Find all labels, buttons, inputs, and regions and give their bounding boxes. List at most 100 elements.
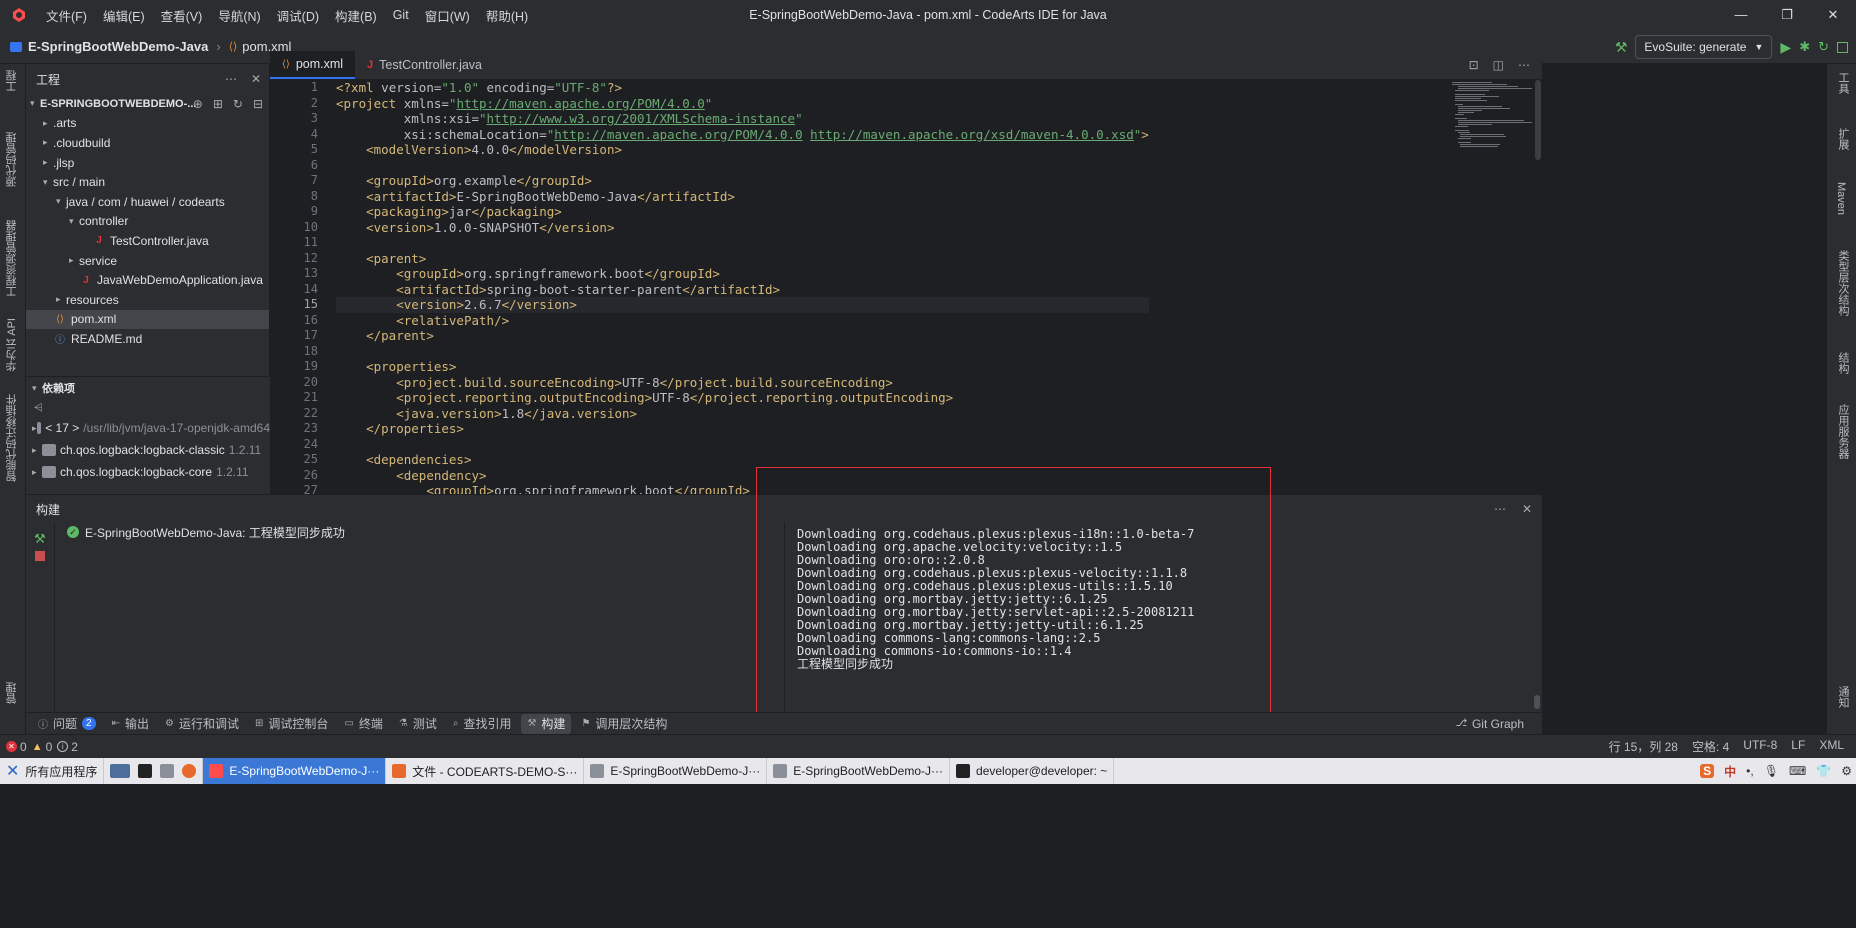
taskbar-window[interactable]: E-SpringBootWebDemo-J··· — [584, 758, 768, 784]
close-panel-icon[interactable]: ✕ — [1522, 502, 1532, 516]
tool-tab-app-server[interactable]: 应用服务器 — [1835, 404, 1851, 459]
code-editor[interactable]: 1 2 3 4 5 6 7 8 9 10 11 12 13 14 15 16 17 18 19 20 21 22 23 24 2… — [270, 80, 1542, 494]
tool-tab-source-control[interactable]: 源代码管理 — [4, 132, 20, 187]
editor-scrollbar[interactable] — [1534, 80, 1542, 494]
tool-tab-code-migration[interactable]: 智能代码迁移插件 — [4, 394, 20, 482]
file-encoding[interactable]: UTF-8 — [1743, 738, 1777, 755]
bottom-tab[interactable]: ⓘ 问题 2 — [32, 714, 102, 734]
breadcrumb-project[interactable]: E-SpringBootWebDemo-Java — [28, 39, 208, 54]
build-hammer-icon[interactable]: ⚒ — [1615, 39, 1628, 56]
minimap[interactable] — [1452, 80, 1536, 160]
tool-tab-tools[interactable]: 工具 — [1835, 72, 1851, 94]
dependencies-header[interactable]: ▾ 依赖项 — [26, 377, 270, 399]
bottom-tab[interactable]: ⇤ 输出 — [106, 714, 155, 734]
minimize-button[interactable]: — — [1718, 0, 1764, 30]
dependency-item[interactable]: ▸ ch.qos.logback:logback-core 1.2.11 — [26, 461, 270, 483]
menu-item[interactable]: 文件(F) — [38, 6, 95, 25]
microphone-icon[interactable]: 🎙 — [1764, 764, 1779, 778]
bottom-tab[interactable]: ⚙ 运行和调试 — [159, 714, 245, 734]
bottom-tab[interactable]: ⌕ 查找引用 — [447, 714, 518, 734]
run-configuration-select[interactable]: EvoSuite: generate ▼ — [1635, 35, 1773, 59]
input-method-icon[interactable]: S — [1700, 764, 1715, 778]
git-graph-button[interactable]: ⎇ Git Graph — [1449, 714, 1530, 734]
build-tree-item[interactable]: ✓ E-SpringBootWebDemo-Java: 工程模型同步成功 — [55, 523, 784, 541]
terminal-icon[interactable] — [138, 764, 153, 778]
project-root[interactable]: ▾ E-SPRINGBOOTWEBDEMO-... ⊕ ⊞ ↻ ⊟ — [26, 94, 269, 114]
problems-summary[interactable]: ✕ 0 ▲ 0 i 2 — [0, 740, 78, 754]
filter-icon[interactable]: ⩤ — [34, 402, 43, 415]
more-actions-icon[interactable]: ⋯ — [1518, 58, 1530, 72]
tab-pom-xml[interactable]: ⟨⟩ pom.xml — [270, 51, 356, 79]
tool-tab-project[interactable]: 工程 — [4, 70, 20, 92]
menu-item[interactable]: 构建(B) — [327, 6, 385, 25]
bottom-tab[interactable]: ▭ 终端 — [338, 714, 388, 734]
more-options-icon[interactable]: ⋯ — [1494, 502, 1506, 516]
restart-icon[interactable]: ↻ — [1818, 39, 1829, 55]
bottom-tab[interactable]: ⚗ 测试 — [393, 714, 443, 734]
close-window-button[interactable]: ✕ — [1810, 0, 1856, 30]
build-log-scrollbar[interactable] — [1534, 695, 1540, 709]
file-manager-icon[interactable] — [160, 764, 175, 778]
menu-item[interactable]: 编辑(E) — [95, 6, 153, 25]
tree-item[interactable]: ▸ .jlsp — [26, 153, 269, 173]
taskbar-window[interactable]: 文件 - CODEARTS-DEMO-S··· — [386, 758, 585, 784]
taskbar-window[interactable]: E-SpringBootWebDemo-J··· — [767, 758, 951, 784]
close-panel-icon[interactable]: ✕ — [251, 72, 261, 86]
tree-item[interactable]: ▾ java / com / huawei / codearts — [26, 192, 269, 212]
tree-item[interactable]: ▾ controller — [26, 212, 269, 232]
refresh-icon[interactable]: ↻ — [233, 97, 243, 111]
debug-icon[interactable]: ✱ — [1799, 39, 1810, 55]
tree-item[interactable]: ⟨⟩ pom.xml — [26, 309, 269, 330]
tree-item[interactable]: ▸ resources — [26, 290, 269, 310]
keyboard-icon[interactable]: ⌨ — [1789, 764, 1806, 778]
collapse-all-icon[interactable]: ⊟ — [253, 97, 263, 111]
punctuation-icon[interactable]: •, — [1746, 764, 1754, 778]
tool-tab-maven[interactable]: Maven — [1835, 182, 1847, 215]
skin-icon[interactable]: 👕 — [1816, 764, 1831, 778]
tab-test-controller[interactable]: J TestController.java — [355, 51, 494, 79]
bottom-tab[interactable]: ⚒ 构建 — [521, 713, 572, 734]
show-desktop-icon[interactable] — [110, 764, 131, 778]
dependency-item[interactable]: ▸ < 17 >/usr/lib/jvm/java-17-openjdk-amd6… — [26, 417, 270, 439]
cursor-position[interactable]: 行 15，列 28 — [1609, 738, 1678, 755]
code-area[interactable]: <?xml version="1.0" encoding="UTF-8"?> <p… — [336, 80, 1149, 494]
tree-item[interactable]: J TestController.java — [26, 231, 269, 251]
tree-item[interactable]: ▸ service — [26, 251, 269, 271]
tool-tab-notifications[interactable]: 通知 — [1835, 686, 1851, 708]
bottom-tab[interactable]: ⚑ 调用层次结构 — [575, 714, 673, 734]
indentation[interactable]: 空格: 4 — [1692, 738, 1729, 755]
run-icon[interactable]: ▶ — [1780, 39, 1791, 56]
menu-item[interactable]: 调试(D) — [269, 6, 327, 25]
open-changes-icon[interactable]: ⊡ — [1469, 58, 1479, 72]
tool-tab-structure[interactable]: 结构 — [1835, 352, 1851, 374]
tree-item[interactable]: ⓘ README.md — [26, 329, 269, 349]
tool-tab-manage[interactable]: 管理 — [4, 682, 20, 704]
menu-item[interactable]: 导航(N) — [210, 6, 268, 25]
bottom-tab[interactable]: ⊞ 调试控制台 — [249, 714, 334, 734]
taskbar-window[interactable]: developer@developer: ~ — [950, 758, 1115, 784]
start-menu-button[interactable]: ✕ 所有应用程序 — [0, 758, 105, 784]
line-ending[interactable]: LF — [1791, 738, 1805, 755]
tool-tab-extensions[interactable]: 扩展 — [1835, 128, 1851, 150]
stop-icon[interactable] — [1837, 41, 1848, 53]
tool-tab-project-explorer[interactable]: 工程资源管理器 — [4, 220, 20, 297]
taskbar-window[interactable]: E-SpringBootWebDemo-J··· — [203, 758, 387, 784]
tree-item[interactable]: ▾ src / main — [26, 172, 269, 192]
new-folder-icon[interactable]: ⊞ — [213, 97, 223, 111]
dependency-item[interactable]: ▸ ch.qos.logback:logback-classic 1.2.11 — [26, 439, 270, 461]
menu-item[interactable]: Git — [385, 8, 417, 22]
input-mode-icon[interactable]: 中 — [1724, 763, 1736, 780]
maximize-button[interactable]: ❐ — [1764, 0, 1810, 30]
tool-tab-type-hierarchy[interactable]: 类型层次结构 — [1835, 250, 1851, 316]
tree-item[interactable]: ▸ .arts — [26, 114, 269, 134]
language-mode[interactable]: XML — [1819, 738, 1844, 755]
tree-item[interactable]: J JavaWebDemoApplication.java — [26, 270, 269, 290]
build-hammer-icon[interactable]: ⚒ — [34, 531, 46, 547]
tree-item[interactable]: ▸ .cloudbuild — [26, 133, 269, 153]
split-editor-icon[interactable]: ◫ — [1493, 58, 1504, 72]
new-file-icon[interactable]: ⊕ — [193, 97, 203, 111]
tool-tab-huawei-cloud-api[interactable]: 华为云 API — [4, 318, 20, 372]
settings-icon[interactable]: ⚙ — [1841, 764, 1852, 778]
menu-item[interactable]: 帮助(H) — [478, 6, 536, 25]
menu-item[interactable]: 窗口(W) — [417, 6, 478, 25]
